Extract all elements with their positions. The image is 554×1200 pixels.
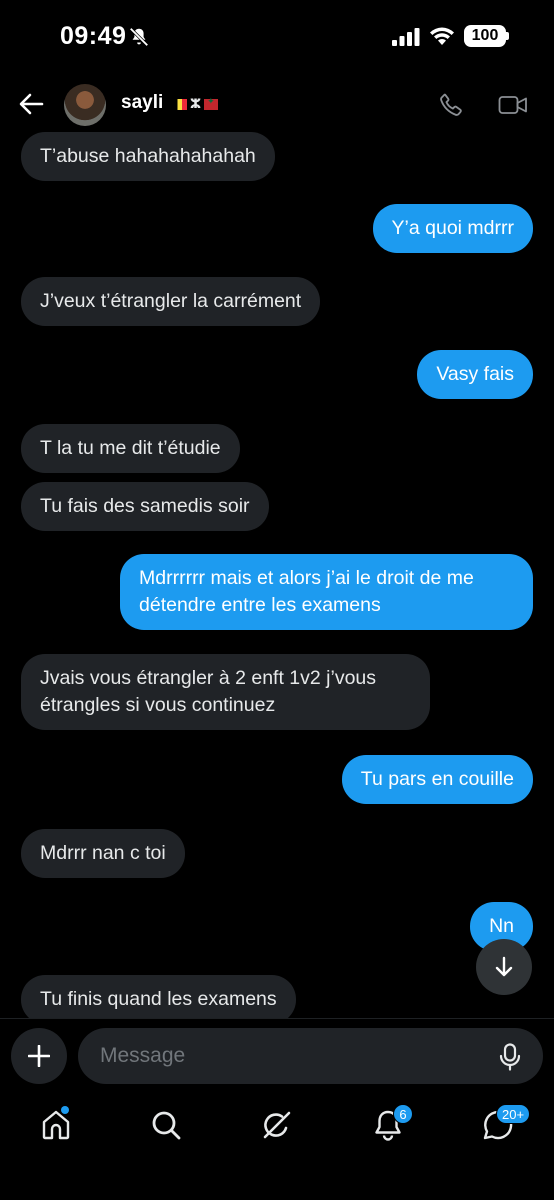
phone-call-icon[interactable] [438, 92, 464, 118]
messages-badge: 20+ [496, 1104, 531, 1124]
morocco-flag-icon [204, 96, 219, 110]
incoming-message[interactable]: J’veux t’étrangler la carrément [21, 277, 321, 326]
notifications-badge: 6 [393, 1104, 413, 1124]
name-emoji-flags: ⵣ [173, 96, 219, 112]
back-arrow-icon[interactable] [18, 92, 44, 116]
amazigh-symbol: ⵣ [190, 96, 202, 111]
belgium-flag-icon [173, 98, 187, 110]
battery-cap [506, 32, 509, 40]
contact-name[interactable]: sayli [121, 92, 163, 114]
outgoing-message[interactable]: Tu pars en couille [341, 755, 533, 804]
arrow-down-icon [495, 956, 513, 977]
avatar[interactable] [64, 84, 106, 126]
cellular-signal-icon [392, 28, 420, 46]
wifi-icon [430, 27, 454, 45]
bell-off-icon [129, 27, 149, 47]
message-thread[interactable]: T’abuse hahahahahahah Y’a quoi mdrrr J’v… [0, 132, 554, 1018]
incoming-message[interactable]: Jvais vous étrangler à 2 enft 1v2 j’vous… [21, 654, 430, 730]
bottom-tab-bar: 6 20+ [0, 1090, 554, 1200]
search-icon[interactable] [149, 1108, 183, 1142]
outgoing-message[interactable]: Vasy fais [417, 350, 533, 399]
add-attachment-button[interactable] [11, 1028, 67, 1084]
plus-icon [28, 1045, 50, 1067]
status-time: 09:49 [60, 22, 127, 50]
video-call-icon[interactable] [498, 94, 528, 116]
home-icon[interactable] [39, 1108, 73, 1142]
conversation-header: sayli ⵣ [0, 76, 554, 132]
battery-indicator: 100 [464, 25, 506, 47]
outgoing-message[interactable]: Mdrrrrrr mais et alors j’ai le droit de … [120, 554, 533, 630]
incoming-message[interactable]: T la tu me dit t’étudie [21, 424, 240, 473]
message-composer [0, 1018, 554, 1090]
microphone-icon[interactable] [498, 1043, 522, 1071]
message-input[interactable] [78, 1028, 543, 1084]
outgoing-message[interactable]: Y’a quoi mdrrr [372, 204, 533, 253]
home-unread-dot [61, 1106, 69, 1114]
status-bar: 09:49 100 [0, 0, 554, 76]
incoming-message[interactable]: Tu finis quand les examens [21, 975, 296, 1018]
incoming-message[interactable]: Mdrrr nan c toi [21, 829, 185, 878]
incoming-message[interactable]: T’abuse hahahahahahah [21, 132, 275, 181]
grok-icon[interactable] [260, 1108, 294, 1142]
incoming-message[interactable]: Tu fais des samedis soir [21, 482, 269, 531]
scroll-to-bottom-button[interactable] [476, 939, 532, 995]
